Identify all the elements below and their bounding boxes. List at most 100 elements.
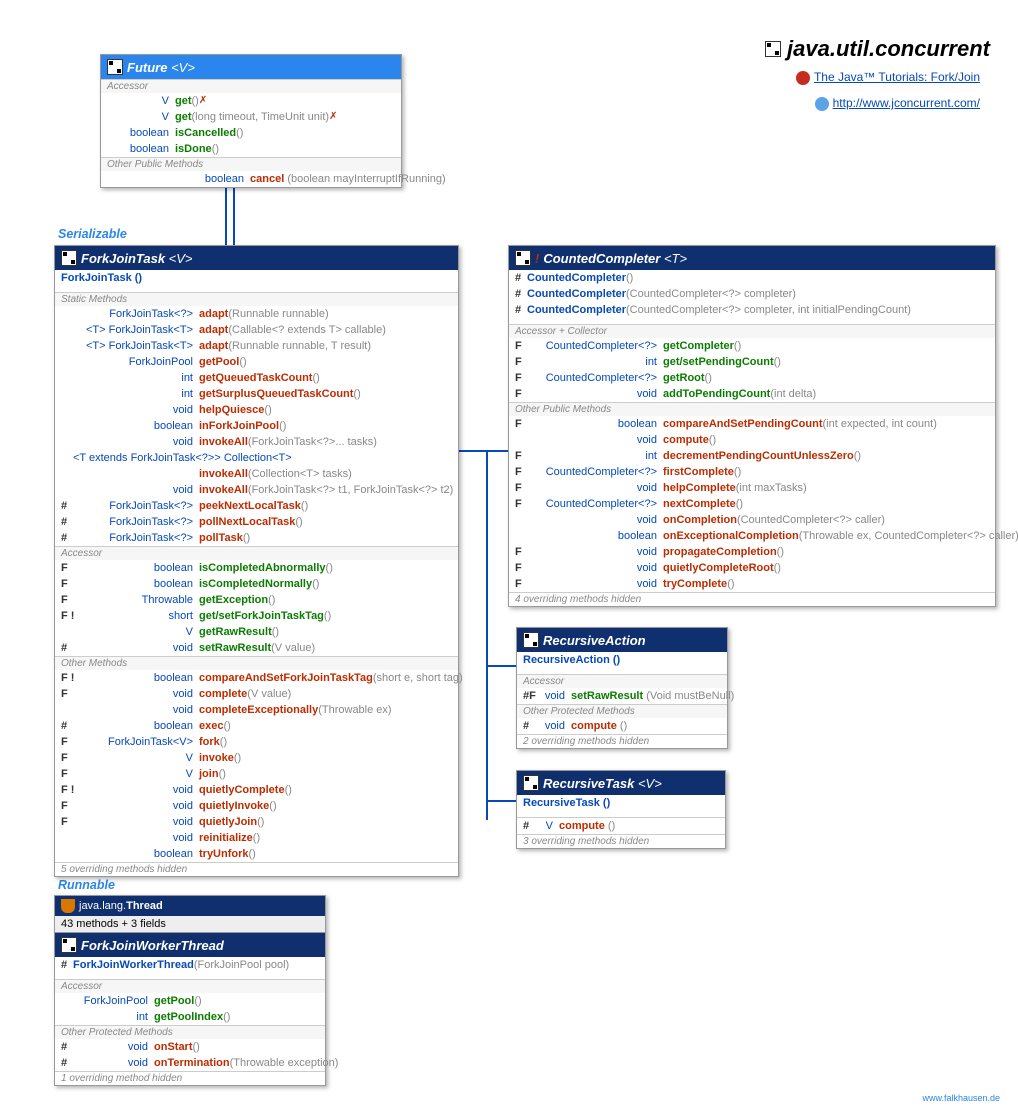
method-row: booleaninForkJoinPool () xyxy=(55,418,458,434)
class-header: ForkJoinWorkerThread xyxy=(55,933,325,957)
method-row: <T> ForkJoinTask<T>adapt (Callable<? ext… xyxy=(55,322,458,338)
class-box-future: Future <V> Accessor Vget () ✗Vget (long … xyxy=(100,54,402,188)
annotation-runnable: Runnable xyxy=(58,878,115,892)
footer-note: 3 overriding methods hidden xyxy=(517,834,725,848)
method-row: booleanisDone () xyxy=(101,141,401,157)
method-row: ForkJoinTask<?>adapt (Runnable runnable) xyxy=(55,306,458,322)
attribution: www.falkhausen.de xyxy=(922,1093,1000,1103)
method-row: voidinvokeAll (ForkJoinTask<?>... tasks) xyxy=(55,434,458,450)
method-row: intgetQueuedTaskCount () xyxy=(55,370,458,386)
method-row: FCountedCompleter<?>getCompleter () xyxy=(509,338,995,354)
section-label: Accessor + Collector xyxy=(509,324,995,338)
footer-note: 2 overriding methods hidden xyxy=(517,734,727,748)
section-label: Accessor xyxy=(101,79,401,93)
method-row: booleanonExceptionalCompletion (Throwabl… xyxy=(509,528,995,544)
footer-note: 1 overriding method hidden xyxy=(55,1071,325,1085)
method-row: invokeAll (Collection<T> tasks) xyxy=(55,466,458,482)
annotation-serializable: Serializable xyxy=(58,227,127,241)
method-row: FvoidhelpComplete (int maxTasks) xyxy=(509,480,995,496)
constructor-row: #CountedCompleter (CountedCompleter<?> c… xyxy=(509,302,995,318)
connector-line xyxy=(486,450,488,820)
method-row: Fintget/setPendingCount () xyxy=(509,354,995,370)
method-row: Vget (long timeout, TimeUnit unit) ✗ xyxy=(101,109,401,125)
method-row: F !voidquietlyComplete () xyxy=(55,782,458,798)
method-row: #FvoidsetRawResult (Void mustBeNull) xyxy=(517,688,727,704)
class-icon xyxy=(523,775,539,791)
constructor-row: RecursiveTask () xyxy=(517,795,725,811)
class-icon xyxy=(61,937,77,953)
connector-line xyxy=(486,665,518,667)
method-row: #Vcompute () xyxy=(517,817,725,834)
method-row: F !booleancompareAndSetForkJoinTaskTag (… xyxy=(55,670,458,686)
method-row: #ForkJoinTask<?>pollTask () xyxy=(55,530,458,546)
class-box-recursiveaction: RecursiveAction RecursiveAction () Acces… xyxy=(516,627,728,749)
method-row: FCountedCompleter<?>nextComplete () xyxy=(509,496,995,512)
method-row: FForkJoinTask<V>fork () xyxy=(55,734,458,750)
tutorial-link[interactable]: The Java™ Tutorials: Fork/Join xyxy=(796,70,980,85)
method-row: FbooleancompareAndSetPendingCount (int e… xyxy=(509,416,995,432)
method-row: FThrowablegetException () xyxy=(55,592,458,608)
constructor-row: #CountedCompleter () xyxy=(509,270,995,286)
method-row: #booleanexec () xyxy=(55,718,458,734)
class-header: RecursiveTask <V> xyxy=(517,771,725,795)
class-header: ForkJoinTask <V> xyxy=(55,246,458,270)
method-row: FvoidtryComplete () xyxy=(509,576,995,592)
globe-icon xyxy=(815,97,829,111)
method-row: #voidonTermination (Throwable exception) xyxy=(55,1055,325,1071)
class-icon xyxy=(515,250,531,266)
method-row: Fvoidcomplete (V value) xyxy=(55,686,458,702)
method-row: booleancancel (boolean mayInterruptIfRun… xyxy=(101,171,401,187)
connector-line xyxy=(225,178,227,248)
class-box-countedcompleter: !CountedCompleter <T> #CountedCompleter … xyxy=(508,245,996,607)
method-row: FvoidpropagateCompletion () xyxy=(509,544,995,560)
constructor-row: ForkJoinTask () xyxy=(55,270,458,286)
footer-note: 4 overriding methods hidden xyxy=(509,592,995,606)
package-icon xyxy=(765,41,781,57)
method-row: #ForkJoinTask<?>pollNextLocalTask () xyxy=(55,514,458,530)
method-row: voidcompleteExceptionally (Throwable ex) xyxy=(55,702,458,718)
method-row: VgetRawResult () xyxy=(55,624,458,640)
method-row: #voidonStart () xyxy=(55,1039,325,1055)
section-label: Other Methods xyxy=(55,656,458,670)
section-label: Accessor xyxy=(517,674,727,688)
class-header: Future <V> xyxy=(101,55,401,79)
method-row: intgetSurplusQueuedTaskCount () xyxy=(55,386,458,402)
class-icon xyxy=(107,59,123,75)
section-label: Other Protected Methods xyxy=(55,1025,325,1039)
method-row: voidonCompletion (CountedCompleter<?> ca… xyxy=(509,512,995,528)
method-row: FCountedCompleter<?>firstComplete () xyxy=(509,464,995,480)
section-label: Static Methods xyxy=(55,292,458,306)
method-row: FvoidquietlyCompleteRoot () xyxy=(509,560,995,576)
class-box-recursivetask: RecursiveTask <V> RecursiveTask () #Vcom… xyxy=(516,770,726,849)
method-row: FvoidquietlyInvoke () xyxy=(55,798,458,814)
method-row: booleantryUnfork () xyxy=(55,846,458,862)
class-icon xyxy=(61,250,77,266)
class-header: RecursiveAction xyxy=(517,628,727,652)
method-row: FvoidaddToPendingCount (int delta) xyxy=(509,386,995,402)
method-row: #voidcompute () xyxy=(517,718,727,734)
method-row: <T extends ForkJoinTask<?>> Collection<T… xyxy=(55,450,458,466)
method-row: FVinvoke () xyxy=(55,750,458,766)
method-row: <T> ForkJoinTask<T>adapt (Runnable runna… xyxy=(55,338,458,354)
method-row: booleanisCancelled () xyxy=(101,125,401,141)
site-link[interactable]: http://www.jconcurrent.com/ xyxy=(815,96,980,111)
method-row: FbooleanisCompletedNormally () xyxy=(55,576,458,592)
method-row: FCountedCompleter<?>getRoot () xyxy=(509,370,995,386)
method-row: FintdecrementPendingCountUnlessZero () xyxy=(509,448,995,464)
class-header: !CountedCompleter <T> xyxy=(509,246,995,270)
method-row: #ForkJoinTask<?>peekNextLocalTask () xyxy=(55,498,458,514)
constructor-row: #CountedCompleter (CountedCompleter<?> c… xyxy=(509,286,995,302)
method-row: Vget () ✗ xyxy=(101,93,401,109)
cup-icon xyxy=(61,899,75,913)
constructor-row: RecursiveAction () xyxy=(517,652,727,668)
connector-line xyxy=(486,800,518,802)
method-row: FbooleanisCompletedAbnormally () xyxy=(55,560,458,576)
method-row: FVjoin () xyxy=(55,766,458,782)
footer-note: 5 overriding methods hidden xyxy=(55,862,458,876)
method-row: voidinvokeAll (ForkJoinTask<?> t1, ForkJ… xyxy=(55,482,458,498)
method-row: F !shortget/setForkJoinTaskTag () xyxy=(55,608,458,624)
page-title: java.util.concurrent xyxy=(765,36,990,62)
section-label: Other Public Methods xyxy=(509,402,995,416)
connector-line xyxy=(233,178,235,248)
class-header-thread: java.lang.Thread xyxy=(55,896,325,916)
